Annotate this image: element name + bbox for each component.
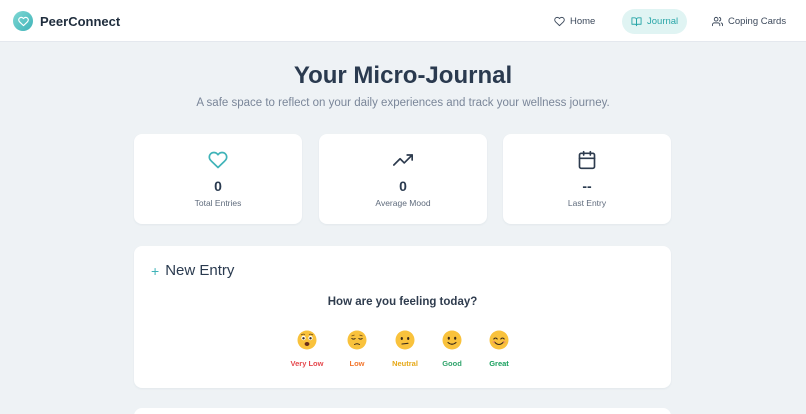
stat-label: Average Mood xyxy=(375,198,431,208)
mood-label: Neutral xyxy=(392,359,418,368)
nav-home[interactable]: Home xyxy=(545,9,604,34)
happy-face-icon xyxy=(489,330,509,350)
stat-label: Last Entry xyxy=(567,198,607,208)
app-name: PeerConnect xyxy=(40,13,121,29)
stat-value: 0 xyxy=(214,178,222,194)
stat-label: Total Entries xyxy=(194,198,242,208)
brand[interactable]: PeerConnect xyxy=(13,11,120,31)
mood-label: Good xyxy=(442,359,462,368)
new-entry-title: New Entry xyxy=(165,262,235,279)
mood-selector: Very Low Low Neutral Good Great xyxy=(134,330,671,370)
anxious-face-icon xyxy=(297,330,317,350)
mood-option-neutral[interactable]: Neutral xyxy=(381,330,429,368)
new-entry-panel: + New Entry How are you feeling today? V… xyxy=(134,246,671,388)
nav-journal[interactable]: Journal xyxy=(622,9,688,34)
nav-journal-label: Journal xyxy=(647,16,679,27)
nav-coping-label: Coping Cards xyxy=(728,16,787,27)
page-subtitle: A safe space to reflect on your daily ex… xyxy=(196,97,610,109)
heart-icon xyxy=(134,150,302,170)
mood-option-low[interactable]: Low xyxy=(333,330,381,368)
users-icon xyxy=(712,16,723,27)
stat-value: 0 xyxy=(399,178,407,194)
page-title: Your Micro-Journal xyxy=(293,62,513,89)
nav-home-label: Home xyxy=(570,16,596,27)
neutral-face-icon xyxy=(395,330,415,350)
mood-label: Very Low xyxy=(290,359,324,368)
mood-question: How are you feeling today? xyxy=(327,296,478,308)
smiling-face-icon xyxy=(442,330,462,350)
mood-option-great[interactable]: Great xyxy=(475,330,523,368)
stat-value: -- xyxy=(582,178,592,194)
new-entry-header: + New Entry xyxy=(151,262,234,279)
stat-card-average-mood: 0 Average Mood xyxy=(319,134,487,224)
plus-icon: + xyxy=(151,262,160,279)
book-open-icon xyxy=(631,17,642,27)
top-navbar: PeerConnect Home Journal Coping Cards xyxy=(0,0,806,42)
mood-label: Low xyxy=(349,359,365,368)
mood-option-good[interactable]: Good xyxy=(428,330,476,368)
stat-card-total-entries: 0 Total Entries xyxy=(134,134,302,224)
heart-logo-icon xyxy=(13,11,33,31)
nav-coping-cards[interactable]: Coping Cards xyxy=(703,9,795,34)
mood-label: Great xyxy=(489,359,509,368)
pensive-face-icon xyxy=(347,330,367,350)
stat-card-last-entry: -- Last Entry xyxy=(503,134,671,224)
mood-option-very-low[interactable]: Very Low xyxy=(283,330,331,368)
next-panel xyxy=(134,408,671,414)
calendar-icon xyxy=(503,150,671,170)
trending-up-icon xyxy=(319,150,487,170)
heart-icon xyxy=(554,16,565,27)
